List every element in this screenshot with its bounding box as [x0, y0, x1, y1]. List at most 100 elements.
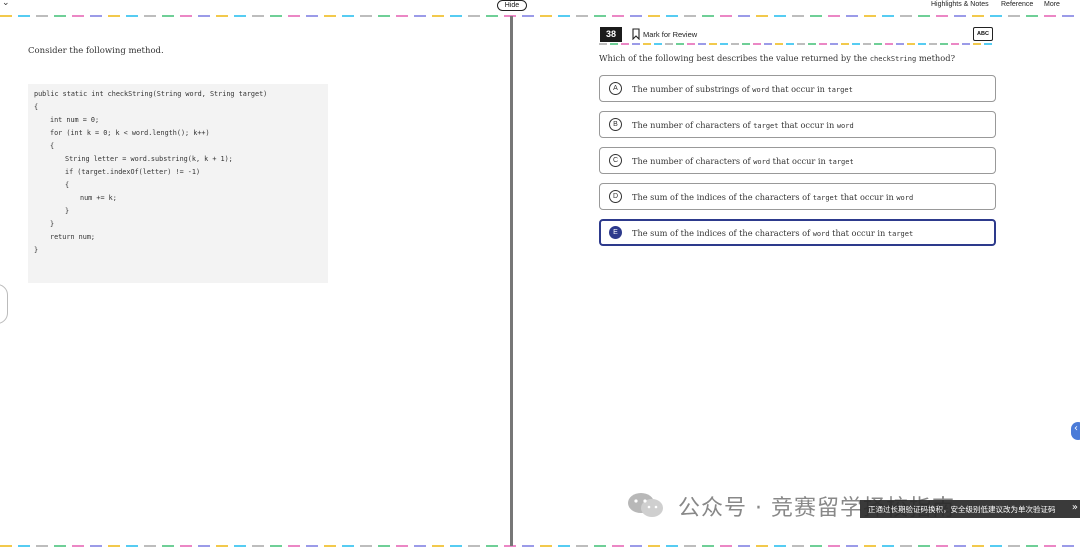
answer-eliminator-button[interactable]: ABC — [973, 27, 993, 41]
dash-segment — [742, 43, 750, 45]
option-code: word — [753, 158, 771, 166]
dash-segment — [720, 545, 732, 547]
option-text-part: that occur in — [832, 228, 886, 238]
option-text: The number of characters of word that oc… — [632, 156, 854, 166]
option-code: word — [812, 230, 830, 238]
dash-segment — [954, 545, 966, 547]
dash-segment — [684, 545, 696, 547]
dash-segment — [558, 15, 570, 17]
code-line: return num; — [50, 233, 96, 241]
dash-segment — [654, 43, 662, 45]
dash-segment — [702, 545, 714, 547]
answer-option-b[interactable]: B The number of characters of target tha… — [599, 111, 996, 138]
option-text-part: The sum of the indices of the characters… — [632, 228, 811, 238]
reference-button[interactable]: Reference — [1001, 1, 1033, 8]
question-header-divider — [599, 43, 995, 45]
dash-segment — [882, 545, 894, 547]
dash-segment — [900, 15, 912, 17]
dash-segment — [738, 15, 750, 17]
dash-segment — [594, 545, 606, 547]
dash-segment — [709, 43, 717, 45]
dash-segment — [522, 545, 534, 547]
dash-segment — [342, 15, 354, 17]
notification-bar: 正通过长期验证码换积，安全级别低建议改为单次验证码 » — [860, 500, 1080, 518]
code-line: num += k; — [80, 194, 117, 202]
option-text: The number of substrings of word that oc… — [632, 84, 853, 94]
dash-segment — [774, 545, 786, 547]
code-line: } — [50, 220, 55, 228]
dash-segment — [342, 545, 354, 547]
dash-segment — [126, 545, 138, 547]
option-text: The number of characters of target that … — [632, 120, 854, 130]
dash-segment — [54, 545, 66, 547]
dash-segment — [621, 43, 629, 45]
option-code: target — [753, 122, 779, 130]
dash-segment — [0, 15, 12, 17]
dash-segment — [378, 545, 390, 547]
wechat-logo-icon — [628, 493, 663, 517]
answer-option-a[interactable]: A The number of substrings of word that … — [599, 75, 996, 102]
dash-segment — [558, 545, 570, 547]
dash-segment — [951, 43, 959, 45]
dash-segment — [643, 43, 651, 45]
dash-segment — [18, 15, 30, 17]
option-code: target — [812, 194, 838, 202]
dash-segment — [972, 15, 984, 17]
dash-segment — [540, 15, 552, 17]
dash-segment — [962, 43, 970, 45]
dash-segment — [306, 15, 318, 17]
dash-segment — [594, 15, 606, 17]
collapse-chevron-icon[interactable]: ⌄ — [2, 0, 10, 8]
dash-segment — [797, 43, 805, 45]
hide-button[interactable]: Hide — [497, 0, 527, 11]
dash-segment — [666, 15, 678, 17]
dash-segment — [972, 545, 984, 547]
option-code: target — [827, 86, 853, 94]
option-text-part: that occur in — [771, 84, 825, 94]
dash-segment — [288, 545, 300, 547]
collapse-side-tab-icon[interactable] — [1071, 422, 1080, 440]
dash-segment — [684, 15, 696, 17]
answer-option-d[interactable]: D The sum of the indices of the characte… — [599, 183, 996, 210]
option-text-part: The number of substrings of — [632, 84, 750, 94]
dash-segment — [720, 15, 732, 17]
dash-segment — [786, 43, 794, 45]
dash-segment — [666, 545, 678, 547]
answer-option-c[interactable]: C The number of characters of word that … — [599, 147, 996, 174]
dash-segment — [775, 43, 783, 45]
stem-code: checkString — [869, 55, 917, 63]
answer-option-e[interactable]: E The sum of the indices of the characte… — [599, 219, 996, 246]
side-handle[interactable] — [0, 284, 8, 324]
dash-segment — [378, 15, 390, 17]
option-letter: C — [609, 154, 622, 167]
dash-segment — [216, 15, 228, 17]
dash-segment — [18, 545, 30, 547]
dash-segment — [450, 15, 462, 17]
dash-segment — [414, 15, 426, 17]
highlights-notes-button[interactable]: Highlights & Notes — [931, 1, 989, 8]
mark-for-review-button[interactable]: Mark for Review — [643, 30, 697, 39]
dash-segment — [756, 15, 768, 17]
dash-segment — [396, 15, 408, 17]
chevron-right-icon[interactable]: » — [1072, 502, 1078, 513]
option-letter: D — [609, 190, 622, 203]
dash-segment — [486, 15, 498, 17]
dash-segment — [731, 43, 739, 45]
more-button[interactable]: More — [1044, 1, 1060, 8]
dash-segment — [774, 15, 786, 17]
dash-segment — [432, 15, 444, 17]
dash-segment — [810, 15, 822, 17]
dash-segment — [36, 545, 48, 547]
top-dashed-border — [0, 15, 1080, 17]
option-code: word — [752, 86, 770, 94]
dash-segment — [846, 545, 858, 547]
dash-segment — [610, 43, 618, 45]
option-letter: B — [609, 118, 622, 131]
dash-segment — [852, 43, 860, 45]
code-line: } — [65, 207, 70, 215]
dash-segment — [676, 43, 684, 45]
question-number: 38 — [600, 27, 622, 42]
bookmark-icon[interactable] — [631, 28, 641, 40]
dash-segment — [599, 43, 607, 45]
dash-segment — [234, 15, 246, 17]
